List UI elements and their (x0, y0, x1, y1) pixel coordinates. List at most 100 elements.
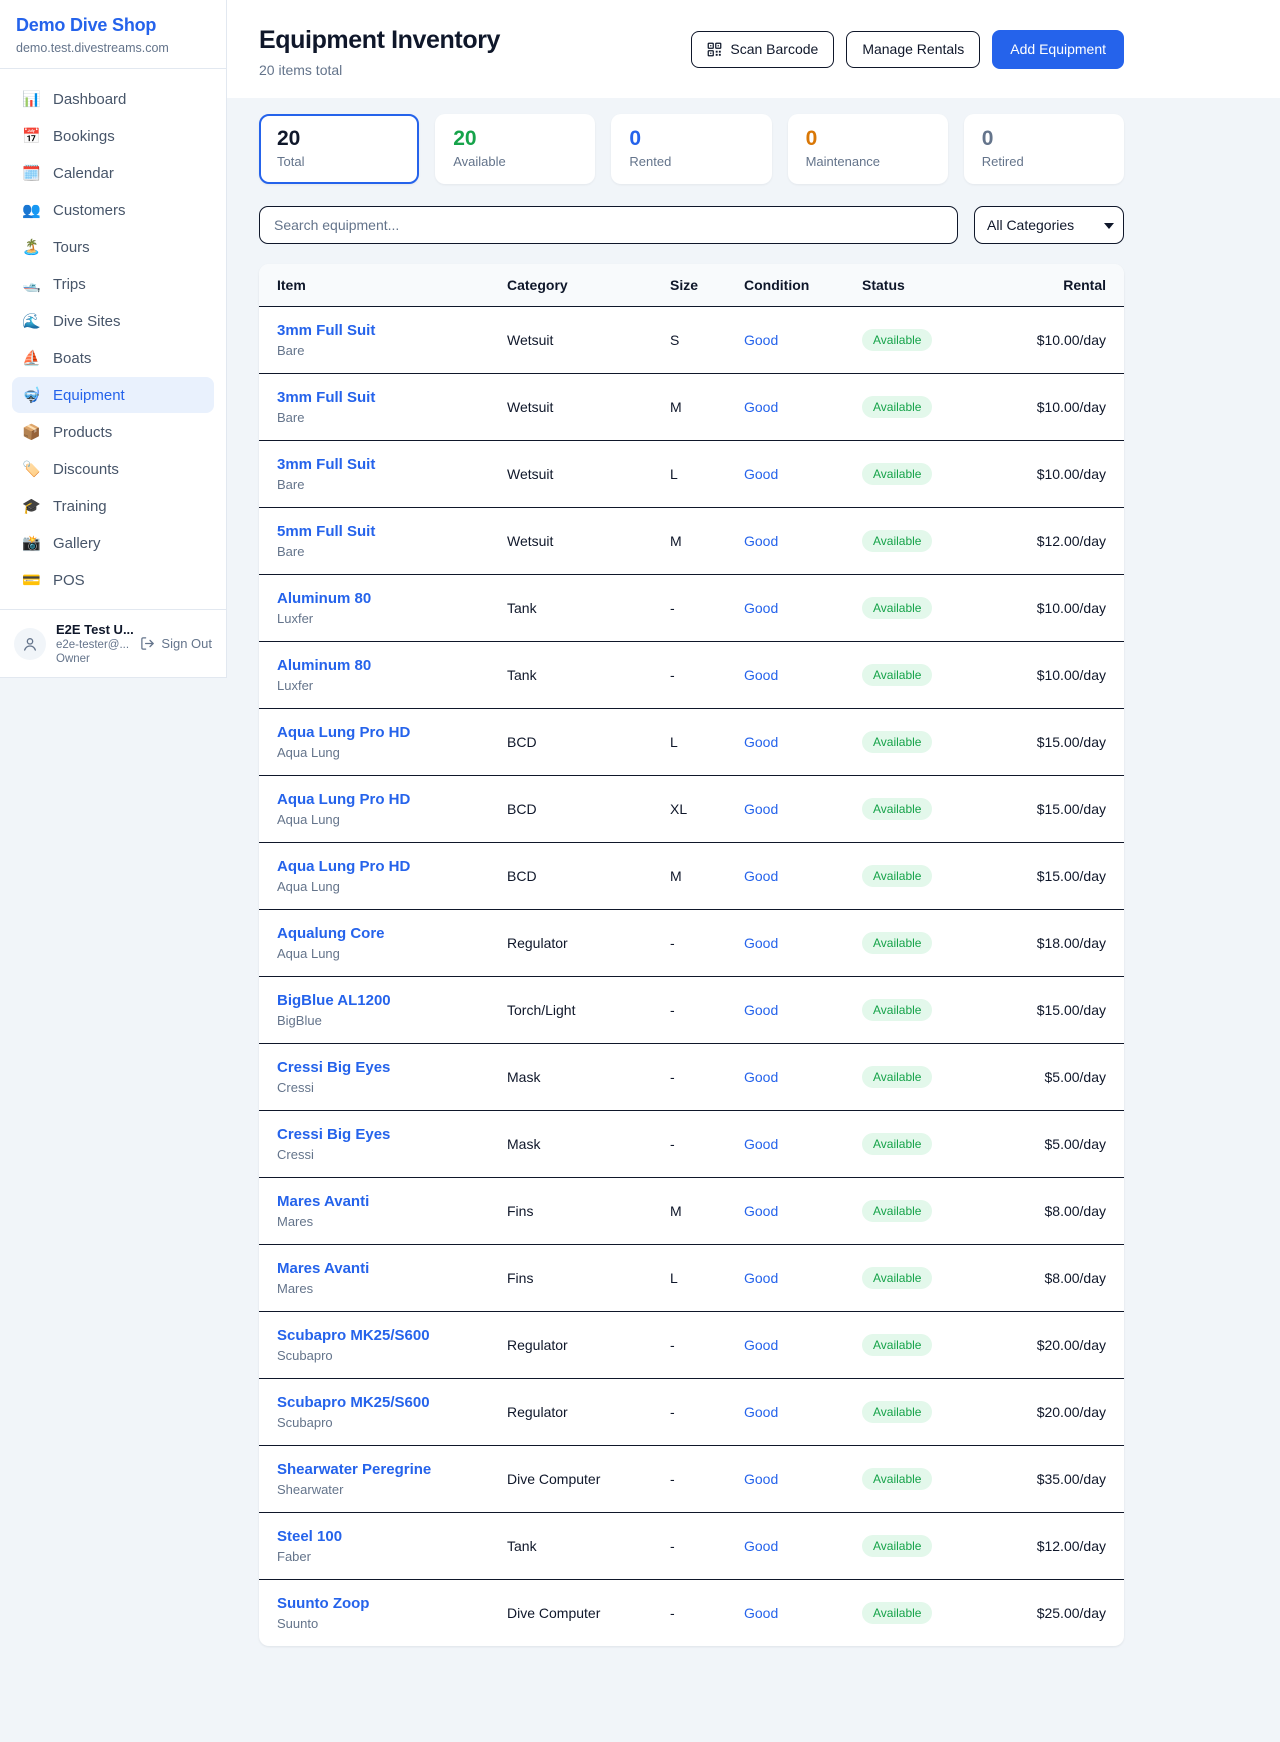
item-brand: Bare (277, 477, 507, 492)
sidebar-item-tours[interactable]: 🏝️Tours (12, 229, 214, 265)
item-link[interactable]: Aqua Lung Pro HD (277, 724, 507, 741)
item-brand: Shearwater (277, 1482, 507, 1497)
manage-rentals-button[interactable]: Manage Rentals (846, 31, 980, 68)
item-link[interactable]: Aqua Lung Pro HD (277, 791, 507, 808)
item-cell: Aqualung CoreAqua Lung (259, 910, 507, 977)
condition-cell: Good (744, 508, 862, 575)
condition-cell: Good (744, 1446, 862, 1513)
condition-link[interactable]: Good (744, 801, 778, 817)
item-link[interactable]: Shearwater Peregrine (277, 1461, 507, 1478)
item-link[interactable]: Steel 100 (277, 1528, 507, 1545)
brand-title[interactable]: Demo Dive Shop (16, 15, 210, 36)
sidebar-item-products[interactable]: 📦Products (12, 414, 214, 450)
condition-link[interactable]: Good (744, 1069, 778, 1085)
condition-link[interactable]: Good (744, 1337, 778, 1353)
item-link[interactable]: Aqualung Core (277, 925, 507, 942)
table-row: 5mm Full SuitBareWetsuitMGoodAvailable$1… (259, 508, 1124, 575)
item-brand: Mares (277, 1214, 507, 1229)
item-link[interactable]: Mares Avanti (277, 1193, 507, 1210)
item-cell: Aluminum 80Luxfer (259, 642, 507, 709)
condition-link[interactable]: Good (744, 332, 778, 348)
sidebar-item-discounts[interactable]: 🏷️Discounts (12, 451, 214, 487)
sidebar-item-dive-sites[interactable]: 🌊Dive Sites (12, 303, 214, 339)
sidebar-item-boats[interactable]: ⛵Boats (12, 340, 214, 376)
stat-card-rented[interactable]: 0Rented (611, 114, 771, 184)
item-link[interactable]: Cressi Big Eyes (277, 1126, 507, 1143)
condition-link[interactable]: Good (744, 1538, 778, 1554)
sidebar-item-calendar[interactable]: 🗓️Calendar (12, 155, 214, 191)
item-brand: Aqua Lung (277, 879, 507, 894)
stat-card-available[interactable]: 20Available (435, 114, 595, 184)
item-link[interactable]: 3mm Full Suit (277, 322, 507, 339)
condition-link[interactable]: Good (744, 868, 778, 884)
stat-card-retired[interactable]: 0Retired (964, 114, 1124, 184)
condition-link[interactable]: Good (744, 399, 778, 415)
category-cell: Regulator (507, 1312, 670, 1379)
item-link[interactable]: Suunto Zoop (277, 1595, 507, 1612)
condition-link[interactable]: Good (744, 1404, 778, 1420)
condition-link[interactable]: Good (744, 667, 778, 683)
item-link[interactable]: Mares Avanti (277, 1260, 507, 1277)
item-link[interactable]: Cressi Big Eyes (277, 1059, 507, 1076)
scan-barcode-button[interactable]: Scan Barcode (691, 31, 834, 68)
condition-cell: Good (744, 642, 862, 709)
sidebar-item-customers[interactable]: 👥Customers (12, 192, 214, 228)
condition-link[interactable]: Good (744, 1136, 778, 1152)
size-cell: S (670, 307, 744, 374)
item-link[interactable]: Scubapro MK25/S600 (277, 1327, 507, 1344)
condition-link[interactable]: Good (744, 600, 778, 616)
item-brand: Luxfer (277, 611, 507, 626)
stat-card-maintenance[interactable]: 0Maintenance (788, 114, 948, 184)
item-link[interactable]: 3mm Full Suit (277, 456, 507, 473)
item-brand: Cressi (277, 1080, 507, 1095)
sidebar-item-trips[interactable]: 🛥️Trips (12, 266, 214, 302)
item-cell: Mares Avanti Mares (259, 1178, 507, 1245)
sidebar-item-equipment[interactable]: 🤿Equipment (12, 377, 214, 413)
sidebar-item-gallery[interactable]: 📸Gallery (12, 525, 214, 561)
item-link[interactable]: 5mm Full Suit (277, 523, 507, 540)
sidebar-item-label: Dive Sites (53, 313, 121, 330)
header-actions: Scan Barcode Manage Rentals Add Equipmen… (691, 30, 1124, 69)
status-cell: Available (862, 374, 1022, 441)
condition-link[interactable]: Good (744, 1471, 778, 1487)
condition-link[interactable]: Good (744, 533, 778, 549)
item-link[interactable]: Scubapro MK25/S600 (277, 1394, 507, 1411)
condition-link[interactable]: Good (744, 935, 778, 951)
sidebar-item-training[interactable]: 🎓Training (12, 488, 214, 524)
status-cell: Available (862, 1580, 1022, 1647)
item-link[interactable]: Aqua Lung Pro HD (277, 858, 507, 875)
item-link[interactable]: Aluminum 80 (277, 590, 507, 607)
size-cell: XL (670, 776, 744, 843)
condition-link[interactable]: Good (744, 1002, 778, 1018)
status-cell: Available (862, 508, 1022, 575)
category-cell: Regulator (507, 910, 670, 977)
status-cell: Available (862, 709, 1022, 776)
condition-cell: Good (744, 843, 862, 910)
search-input[interactable] (259, 206, 958, 244)
category-select[interactable]: All Categories (974, 206, 1124, 244)
table-row: 3mm Full SuitBareWetsuitSGoodAvailable$1… (259, 307, 1124, 374)
add-equipment-button[interactable]: Add Equipment (992, 30, 1124, 69)
condition-link[interactable]: Good (744, 466, 778, 482)
stat-value: 0 (806, 127, 930, 151)
item-cell: Cressi Big Eyes Cressi (259, 1044, 507, 1111)
sign-out-icon (140, 636, 155, 651)
condition-link[interactable]: Good (744, 1203, 778, 1219)
training-icon: 🎓 (22, 497, 40, 515)
rental-cell: $8.00/day (1022, 1178, 1124, 1245)
category-cell: Wetsuit (507, 307, 670, 374)
item-link[interactable]: BigBlue AL1200 (277, 992, 507, 1009)
sidebar-item-label: Bookings (53, 128, 115, 145)
item-brand: Faber (277, 1549, 507, 1564)
condition-link[interactable]: Good (744, 734, 778, 750)
condition-link[interactable]: Good (744, 1270, 778, 1286)
condition-link[interactable]: Good (744, 1605, 778, 1621)
rental-cell: $10.00/day (1022, 307, 1124, 374)
stat-card-total[interactable]: 20Total (259, 114, 419, 184)
item-link[interactable]: 3mm Full Suit (277, 389, 507, 406)
sidebar-item-dashboard[interactable]: 📊Dashboard (12, 81, 214, 117)
item-link[interactable]: Aluminum 80 (277, 657, 507, 674)
sidebar-item-pos[interactable]: 💳POS (12, 562, 214, 598)
sign-out-button[interactable]: Sign Out (140, 636, 212, 651)
sidebar-item-bookings[interactable]: 📅Bookings (12, 118, 214, 154)
